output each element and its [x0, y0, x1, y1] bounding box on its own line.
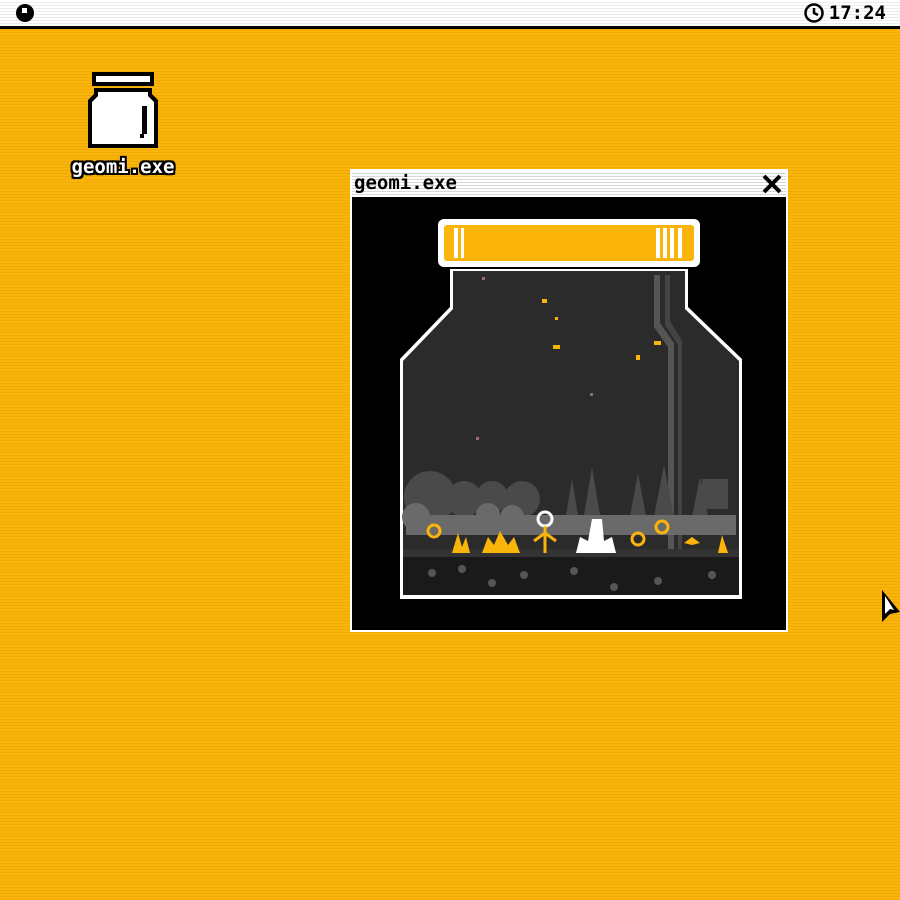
window-title: geomi.exe [354, 172, 457, 194]
clock: 17:24 [803, 1, 886, 25]
desktop-icon-label: geomi.exe [71, 156, 175, 178]
desktop: 17:24 geomi.exe geomi.exe [0, 0, 900, 900]
jar-terrarium-illustration [400, 219, 742, 599]
system-menu-icon[interactable] [16, 4, 34, 22]
window-titlebar[interactable]: geomi.exe [352, 171, 786, 197]
desktop-icon-geomi[interactable]: geomi.exe [60, 70, 186, 188]
menu-bar: 17:24 [0, 0, 900, 29]
close-icon[interactable] [760, 172, 784, 196]
clock-icon [804, 3, 824, 23]
app-window[interactable]: geomi.exe [350, 169, 788, 632]
clock-time: 17:24 [828, 2, 886, 24]
jar-icon [88, 72, 158, 148]
window-content [352, 197, 786, 630]
mouse-cursor [882, 590, 900, 622]
